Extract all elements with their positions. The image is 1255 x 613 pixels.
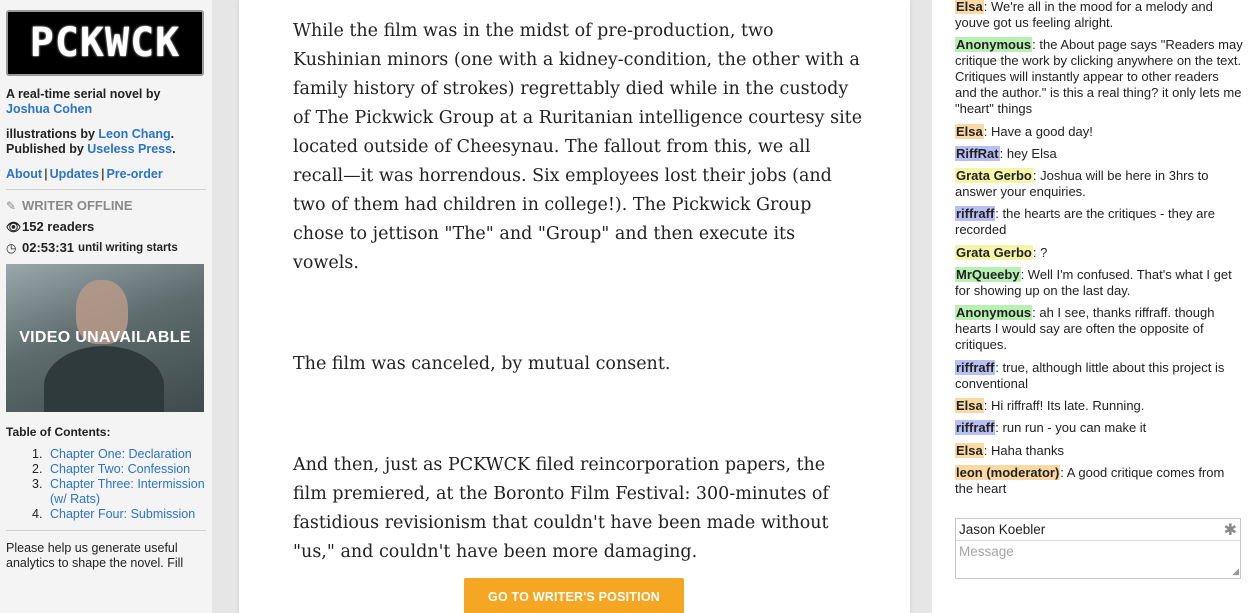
chat-message: Grata Gerbo: ? — [955, 244, 1243, 261]
chat-nickname[interactable]: RiffRat — [955, 145, 1000, 161]
chat-message-text: : ? — [1032, 244, 1048, 260]
countdown: ◷ 02:53:31 until writing starts — [6, 240, 206, 255]
toc-link-chapter-one[interactable]: Chapter One: Declaration — [50, 447, 206, 462]
chat-message: Elsa: We're all in the mood for a melody… — [955, 0, 1243, 31]
illustrator-link[interactable]: Leon Chang — [98, 127, 170, 141]
countdown-suffix: until writing starts — [78, 241, 178, 254]
chat-message: riffraff: run run - you can make it — [955, 420, 1243, 436]
toc-link-chapter-four[interactable]: Chapter Four: Submission — [50, 507, 206, 522]
chat-input-box: Jason Koebler ✱ ◢ — [955, 518, 1241, 579]
writer-status: ✎ WRITER OFFLINE — [6, 198, 206, 213]
pencil-icon: ✎ — [6, 198, 17, 213]
chat-nickname[interactable]: MrQueeby — [955, 267, 1021, 283]
chat-message: Elsa: Have a good day! — [955, 123, 1243, 140]
story-paragraph[interactable]: And then, just as PCKWCK filed reincorpo… — [293, 451, 863, 567]
resize-handle-icon[interactable]: ◢ — [1232, 566, 1239, 577]
story-text: While the film was in the midst of pre-p… — [293, 17, 863, 613]
chat-message-text: : true, although little about this proje… — [955, 359, 1225, 391]
chat-message: Elsa: Hi riffraff! Its late. Running. — [955, 397, 1243, 414]
chat-name-field[interactable]: Jason Koebler ✱ — [956, 519, 1240, 541]
readers-count-text: 152 readers — [22, 219, 95, 234]
toc-item: 3. Chapter Three: Intermission (w/ Rats) — [32, 477, 206, 507]
chat-message: riffraff: true, although little about th… — [955, 359, 1243, 392]
toc-item: 4. Chapter Four: Submission — [32, 507, 206, 522]
chat-message-text: : We're all in the mood for a melody and… — [955, 0, 1213, 30]
preorder-link[interactable]: Pre-order — [106, 167, 162, 181]
chat-message: Anonymous: ah I see, thanks riffraff. th… — [955, 305, 1243, 353]
story-panel: While the film was in the midst of pre-p… — [239, 0, 910, 613]
left-sidebar: PCKWCK A real-time serial novel by Joshu… — [0, 0, 212, 613]
story-paragraph[interactable]: The film was canceled, by mutual consent… — [293, 350, 863, 379]
toc-link-chapter-three[interactable]: Chapter Three: Intermission (w/ Rats) — [50, 477, 206, 507]
video-unavailable-label: VIDEO UNAVAILABLE — [19, 329, 191, 346]
chat-message: Grata Gerbo: Joshua will be here in 3hrs… — [955, 168, 1243, 200]
pckwck-logo[interactable]: PCKWCK — [6, 10, 204, 76]
chat-message-text: : hey Elsa — [999, 145, 1057, 161]
chat-message: RiffRat: hey Elsa — [955, 145, 1243, 162]
divider — [6, 530, 206, 531]
clock-icon: ◷ — [6, 240, 17, 255]
chat-message: Anonymous: the About page says "Readers … — [955, 37, 1243, 117]
updates-link[interactable]: Updates — [50, 167, 99, 181]
video-thumbnail-body — [44, 346, 164, 412]
video-player[interactable]: VIDEO UNAVAILABLE — [6, 264, 204, 412]
chat-message-text: : Hi riffraff! Its late. Running. — [983, 397, 1145, 413]
chat-nickname[interactable]: leon (moderator) — [955, 464, 1061, 480]
published-prefix: Published by — [6, 142, 84, 156]
chat-nickname[interactable]: Grata Gerbo — [955, 168, 1033, 184]
toc-title: Table of Contents: — [6, 425, 111, 439]
credits: illustrations by Leon Chang. Published b… — [6, 127, 176, 156]
toc-item: 1. Chapter One: Declaration — [32, 447, 206, 462]
readers-count: 👁 152 readers — [6, 219, 206, 234]
sidebar-links: About | Updates | Pre-order — [6, 167, 163, 181]
chat-nickname[interactable]: riffraff — [955, 359, 996, 375]
chat-nickname[interactable]: Anonymous — [955, 37, 1033, 53]
chat-nickname[interactable]: riffraff — [955, 206, 996, 222]
chat-messages: Elsa: We're all in the mood for a melody… — [955, 0, 1243, 497]
chat-message: Elsa: Haha thanks — [955, 442, 1243, 459]
chat-nickname[interactable]: Elsa — [955, 0, 984, 14]
toc-link-chapter-two[interactable]: Chapter Two: Confession — [50, 462, 206, 477]
byline: A real-time serial novel by Joshua Cohen — [6, 87, 206, 117]
divider — [6, 189, 206, 190]
chat-nickname[interactable]: Elsa — [955, 123, 984, 139]
chat-nickname[interactable]: riffraff — [955, 420, 996, 436]
chat-nickname[interactable]: Anonymous — [955, 305, 1033, 321]
author-link[interactable]: Joshua Cohen — [6, 102, 92, 116]
chat-name-value[interactable]: Jason Koebler — [959, 522, 1224, 537]
writer-status-text: WRITER OFFLINE — [22, 198, 133, 213]
illustrations-prefix: illustrations by — [6, 127, 95, 141]
chat-message-text: : run run - you can make it — [995, 420, 1147, 436]
chat-message: riffraff: the hearts are the critiques -… — [955, 206, 1243, 238]
go-to-writer-position-button[interactable]: GO TO WRITER'S POSITION — [464, 578, 684, 613]
chat-message-input[interactable] — [956, 541, 1240, 578]
analytics-help-text: Please help us generate useful analytics… — [6, 541, 184, 570]
table-of-contents: 1. Chapter One: Declaration 2. Chapter Two… — [6, 447, 206, 522]
chat-message-text: : Haha thanks — [983, 442, 1064, 458]
chat-message: leon (moderator): A good critique comes … — [955, 464, 1243, 497]
chat-panel: Elsa: We're all in the mood for a melody… — [932, 0, 1255, 613]
chat-message: MrQueeby: Well I'm confused. That's what… — [955, 267, 1243, 299]
byline-prefix: A real-time serial novel by — [6, 87, 161, 101]
about-link[interactable]: About — [6, 167, 42, 181]
publisher-link[interactable]: Useless Press — [87, 142, 172, 156]
eye-icon: 👁 — [6, 219, 22, 234]
chat-nickname[interactable]: Elsa — [955, 397, 984, 413]
chat-nickname[interactable]: Grata Gerbo — [955, 244, 1033, 260]
chat-nickname[interactable]: Elsa — [955, 442, 984, 458]
asterisk-icon[interactable]: ✱ — [1224, 520, 1237, 540]
chat-message-text: : Have a good day! — [983, 123, 1093, 139]
countdown-time: 02:53:31 — [22, 240, 75, 255]
story-paragraph[interactable]: While the film was in the midst of pre-p… — [293, 17, 863, 278]
toc-item: 2. Chapter Two: Confession — [32, 462, 206, 477]
